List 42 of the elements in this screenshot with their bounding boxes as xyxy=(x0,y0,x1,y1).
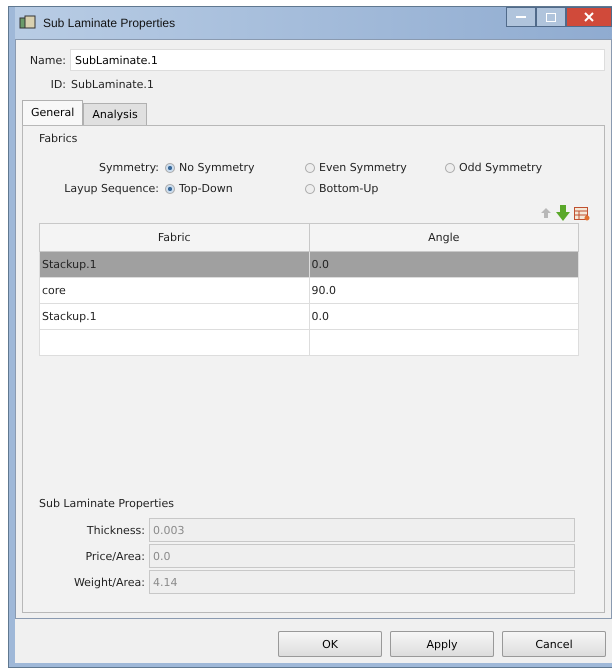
app-icon xyxy=(19,15,37,31)
radio-button[interactable]: Even Symmetry xyxy=(305,161,407,174)
maximize-button[interactable] xyxy=(536,7,566,27)
minimize-icon xyxy=(516,15,526,19)
option-label: Symmetry: xyxy=(98,161,160,174)
dialog-button[interactable]: Apply xyxy=(390,631,494,657)
column-header[interactable]: Fabric xyxy=(40,224,309,252)
maximize-icon xyxy=(546,12,556,22)
table-cell: Stackup.1 xyxy=(42,258,97,271)
table-cell: 90.0 xyxy=(312,284,336,297)
tab[interactable]: Analysis xyxy=(83,103,147,125)
name-field[interactable]: SubLaminate.1 xyxy=(70,49,605,71)
up-arrow-icon xyxy=(540,207,552,219)
field-label: Thickness: xyxy=(86,524,146,536)
table-cell: Stackup.1 xyxy=(42,310,97,323)
table-cell: 0.0 xyxy=(312,258,329,271)
name-label: Name: xyxy=(28,54,66,66)
tab[interactable]: General xyxy=(22,100,84,125)
id-label: ID: xyxy=(50,78,66,90)
section-title: Fabrics xyxy=(39,132,78,145)
field-label: Weight/Area: xyxy=(72,576,146,588)
radio-button[interactable]: Odd Symmetry xyxy=(445,161,542,174)
radio-button[interactable]: No Symmetry xyxy=(165,161,254,174)
minimize-button[interactable] xyxy=(506,7,536,27)
table-cell: core xyxy=(42,284,66,297)
move-down-button[interactable] xyxy=(556,205,570,221)
close-button[interactable] xyxy=(566,7,612,27)
dialog-button[interactable]: OK xyxy=(278,631,382,657)
field-label: Price/Area: xyxy=(84,550,146,562)
section-title: Sub Laminate Properties xyxy=(39,497,175,510)
edit-table-button[interactable] xyxy=(574,206,590,220)
dialog-button[interactable]: Cancel xyxy=(502,631,606,657)
id-value: SubLaminate.1 xyxy=(70,78,154,90)
window-title: Sub Laminate Properties xyxy=(43,16,176,30)
down-arrow-icon xyxy=(556,205,570,221)
column-header[interactable]: Angle xyxy=(309,224,578,252)
table-icon xyxy=(574,206,590,220)
table-cell: 0.0 xyxy=(312,310,329,323)
radio-button[interactable]: Top-Down xyxy=(165,182,233,195)
radio-button[interactable]: Bottom-Up xyxy=(305,182,378,195)
close-icon xyxy=(584,12,594,22)
option-label: Layup Sequence: xyxy=(63,182,160,195)
